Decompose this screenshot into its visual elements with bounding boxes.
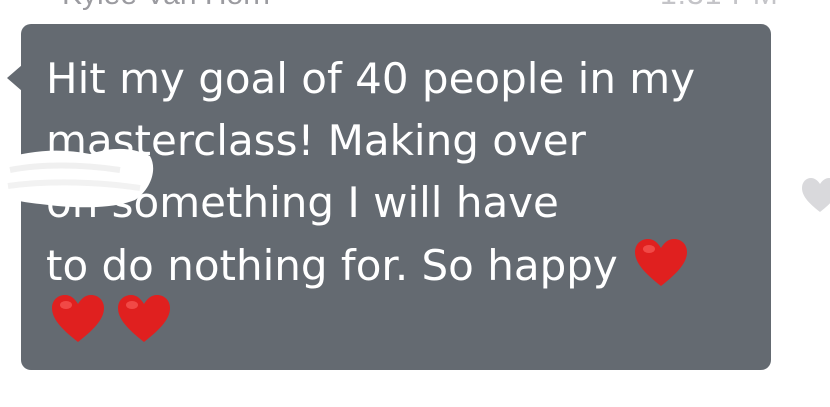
red-heart-emoji-icon — [635, 239, 688, 286]
message-timestamp: 1:31 PM — [660, 0, 779, 12]
red-heart-emoji-icon — [118, 295, 170, 342]
redaction-scribble — [0, 148, 154, 208]
bubble-tail — [7, 65, 22, 91]
sender-name: Kylee Van Horn — [62, 0, 270, 12]
emoji-row — [48, 290, 174, 350]
heart-outline-icon[interactable] — [800, 176, 830, 214]
red-heart-emoji-icon — [52, 295, 104, 342]
